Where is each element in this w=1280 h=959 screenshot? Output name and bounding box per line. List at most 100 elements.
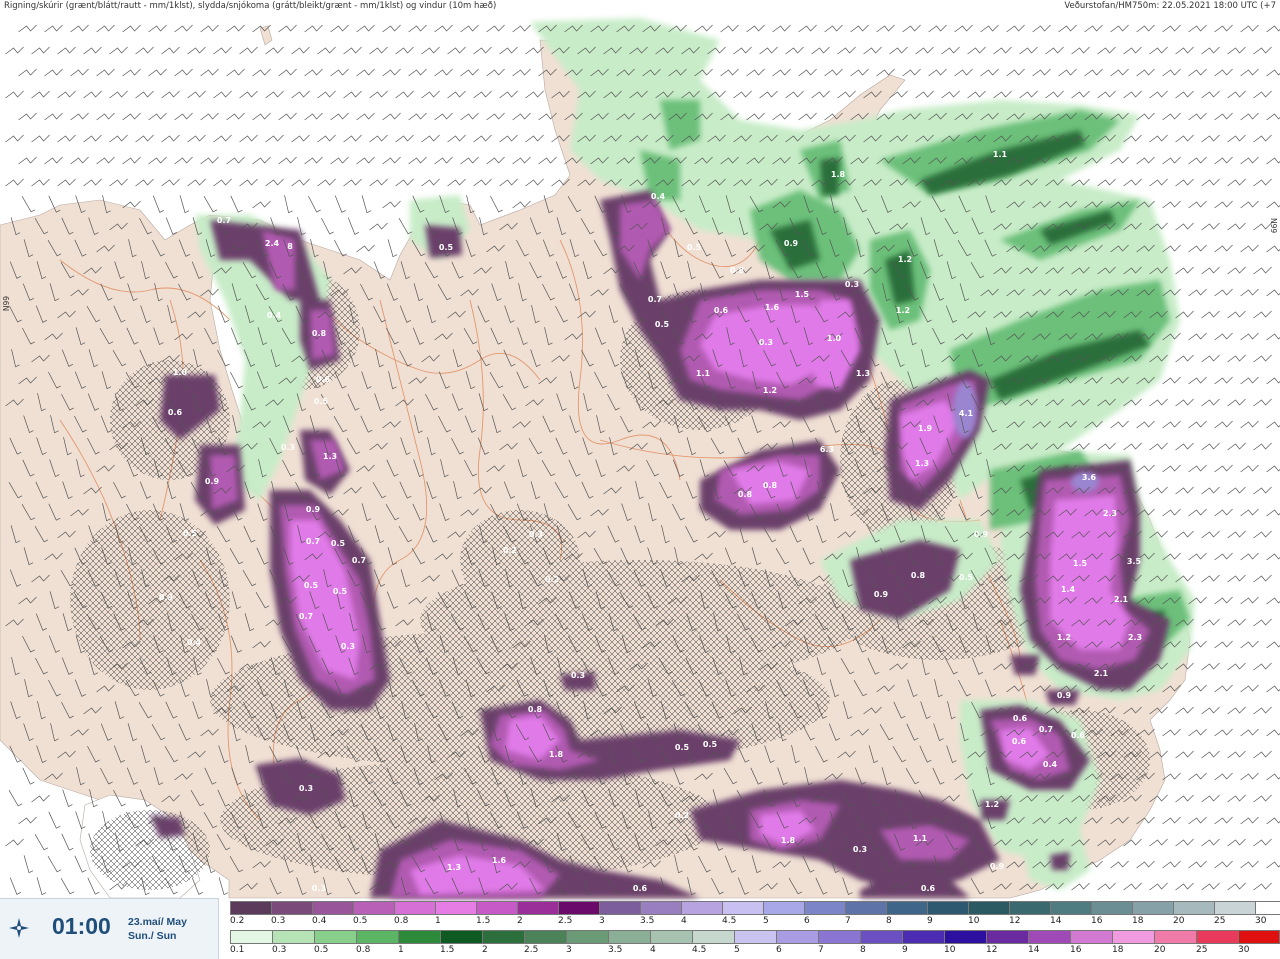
legend-label: 25 bbox=[1196, 945, 1208, 955]
legend-label: 12 bbox=[986, 945, 998, 955]
legend-swatch bbox=[1154, 930, 1196, 944]
precip-value: 1.6 bbox=[765, 303, 780, 312]
precip-value: 1.1 bbox=[696, 369, 711, 378]
precip-value: 0.5 bbox=[959, 573, 974, 582]
legend-label: 20 bbox=[1154, 945, 1166, 955]
snow-scale bbox=[230, 901, 1280, 915]
weather-map: 0.7 2.4 8 0.5 0.4 0.8 0.6 0.5 1.3 0.3 0.9 0.5 0.9 0.7… bbox=[0, 0, 1280, 958]
precip-value: 2.1 bbox=[1114, 595, 1129, 604]
map-title: Rigning/skúrir (grænt/blátt/rautt - mm/1… bbox=[4, 1, 497, 11]
legend-swatch bbox=[435, 901, 476, 915]
legend-label: 14 bbox=[1050, 916, 1062, 926]
legend-label: 0.8 bbox=[394, 916, 409, 926]
precip-value: 0.6 bbox=[1012, 737, 1027, 746]
legend-swatch bbox=[524, 930, 566, 944]
precip-value: 4.1 bbox=[959, 409, 974, 418]
precip-value: 0.5 bbox=[333, 587, 348, 596]
legend-label: 2.5 bbox=[558, 916, 573, 926]
precip-value: 1.9 bbox=[918, 424, 933, 433]
precip-value: 0.8 bbox=[911, 571, 926, 580]
legend-label: 5 bbox=[734, 945, 740, 955]
precip-value: 0.2 bbox=[503, 546, 517, 555]
precip-value: 1.6 bbox=[492, 856, 507, 865]
precip-value: 1.0 bbox=[827, 334, 842, 343]
legend-label: 0.3 bbox=[271, 916, 286, 926]
precip-value: 1.3 bbox=[323, 452, 337, 461]
forecast-date: 23.maí/ May Sun./ Sun bbox=[128, 915, 187, 943]
precip-value: 0.3 bbox=[759, 338, 773, 347]
precip-value: 0.5 bbox=[439, 243, 454, 252]
legend-swatch bbox=[692, 930, 734, 944]
precip-value: 0.2 bbox=[675, 811, 689, 820]
precip-value: 1.2 bbox=[898, 255, 912, 264]
legend-swatch bbox=[558, 901, 599, 915]
precip-value: 0.9 bbox=[306, 505, 321, 514]
legend-swatch bbox=[968, 901, 1009, 915]
legend-swatch bbox=[1070, 930, 1112, 944]
legend-label: 16 bbox=[1091, 916, 1103, 926]
forecast-time: 01:00 bbox=[52, 913, 111, 939]
precip-value: 0.8 bbox=[730, 266, 745, 275]
precip-value: 0.3 bbox=[312, 884, 326, 893]
time-panel: 01:00 23.maí/ May Sun./ Sun bbox=[0, 898, 219, 959]
compass-icon[interactable] bbox=[8, 917, 30, 939]
legend-label: 0.4 bbox=[312, 916, 327, 926]
precip-value: 1.5 bbox=[795, 290, 810, 299]
precip-value: 0.5 bbox=[675, 743, 690, 752]
precip-value: 0.3 bbox=[845, 280, 859, 289]
precip-value: 0.2 bbox=[545, 575, 559, 584]
precip-value: 0.5 bbox=[703, 740, 718, 749]
legend-swatch bbox=[1091, 901, 1132, 915]
legend-label: 30 bbox=[1238, 945, 1250, 955]
legend-swatch bbox=[482, 930, 524, 944]
precip-value: 1.4 bbox=[1061, 585, 1076, 594]
precip-value: 1.3 bbox=[915, 459, 929, 468]
legend-swatch bbox=[804, 901, 845, 915]
legend-label: 7 bbox=[845, 916, 851, 926]
legend-swatch bbox=[1214, 901, 1255, 915]
legend-swatch bbox=[599, 901, 640, 915]
precip-value: 0.5 bbox=[331, 539, 346, 548]
legend-label: 4.5 bbox=[722, 916, 737, 926]
legend-label: 8 bbox=[860, 945, 866, 955]
legend-swatch bbox=[1196, 930, 1238, 944]
legend-swatch bbox=[356, 930, 398, 944]
legend-label: 4.5 bbox=[692, 945, 707, 955]
legend-swatch bbox=[566, 930, 608, 944]
precip-value: 0.5 bbox=[314, 397, 329, 406]
precip-value: 0.5 bbox=[655, 320, 670, 329]
precip-value: 0.9 bbox=[1057, 691, 1072, 700]
legend-swatch bbox=[776, 930, 818, 944]
legend-label: 0.2 bbox=[230, 916, 245, 926]
legend-label: 30 bbox=[1255, 916, 1267, 926]
rain-scale bbox=[230, 930, 1280, 944]
precip-value: 0.3 bbox=[529, 530, 543, 539]
precip-value: 1.3 bbox=[856, 369, 870, 378]
legend-label: 2 bbox=[482, 945, 488, 955]
legend-swatch bbox=[271, 901, 312, 915]
precip-value: 3.5 bbox=[1127, 557, 1142, 566]
precip-value: 1.2 bbox=[985, 800, 999, 809]
precip-value: 0.6 bbox=[1013, 714, 1028, 723]
legend-label: 9 bbox=[927, 916, 933, 926]
precip-value: 0.5 bbox=[687, 243, 702, 252]
legend: 0.2 0.3 0.4 0.5 0.8 1 1.5 2 2.5 3 3.5 4 4.5 5 6 7 8 9 10 12… bbox=[228, 900, 1280, 958]
legend-swatch bbox=[1173, 901, 1214, 915]
legend-swatch bbox=[608, 930, 650, 944]
legend-swatch bbox=[944, 930, 986, 944]
precip-value: 1.2 bbox=[763, 386, 777, 395]
legend-swatch bbox=[1050, 901, 1091, 915]
legend-swatch bbox=[650, 930, 692, 944]
latitude-label-left: N99 bbox=[2, 296, 11, 312]
legend-label: 5 bbox=[763, 916, 769, 926]
precip-value: 0.4 bbox=[187, 638, 202, 647]
legend-swatch bbox=[902, 930, 944, 944]
legend-swatch bbox=[230, 930, 272, 944]
precip-value: 0.9 bbox=[874, 590, 889, 599]
precip-value: 2.3 bbox=[1103, 509, 1117, 518]
legend-label: 3 bbox=[599, 916, 605, 926]
precip-value: 0.8 bbox=[738, 490, 753, 499]
legend-swatch bbox=[440, 930, 482, 944]
precip-value: 1.2 bbox=[1057, 633, 1071, 642]
legend-label: 1.5 bbox=[440, 945, 455, 955]
